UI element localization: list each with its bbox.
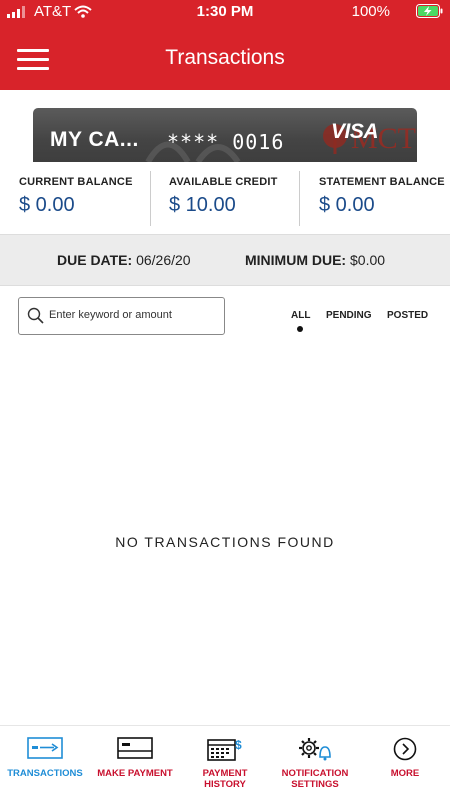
minimum-due: MINIMUM DUE: $0.00 — [245, 252, 385, 268]
due-date: DUE DATE: 06/26/20 — [57, 252, 191, 268]
available-credit-label: AVAILABLE CREDIT — [169, 176, 278, 188]
card-name: MY CA... — [50, 128, 139, 151]
due-info-bar: DUE DATE: 06/26/20 MINIMUM DUE: $0.00 — [0, 234, 450, 286]
battery-percentage: 100% — [351, 3, 390, 20]
nav-payment-history[interactable]: $ PAYMENT HISTORY — [180, 726, 270, 801]
svg-text:$: $ — [235, 738, 242, 752]
card-number: **** 0016 — [167, 130, 285, 154]
nav-transactions[interactable]: TRANSACTIONS — [0, 726, 90, 801]
due-date-value: 06/26/20 — [136, 252, 191, 268]
statement-balance-label: STATEMENT BALANCE — [319, 176, 445, 188]
visa-logo: VISA — [331, 120, 379, 143]
nav-payment-history-label: PAYMENT HISTORY — [202, 768, 248, 790]
available-credit-value: $ 10.00 — [169, 194, 236, 216]
bottom-navigation: TRANSACTIONS MAKE PAYMENT $ PAYMENT HIST… — [0, 725, 450, 801]
empty-state-message: NO TRANSACTIONS FOUND — [115, 534, 335, 550]
search-box[interactable] — [18, 297, 225, 335]
current-balance-label: CURRENT BALANCE — [19, 176, 133, 188]
calendar-dollar-icon: $ — [207, 738, 242, 761]
nav-notification-settings[interactable]: NOTIFICATION SETTINGS — [270, 726, 360, 801]
statement-balance: STATEMENT BALANCE $ 0.00 — [299, 163, 450, 234]
gear-bell-icon — [299, 738, 331, 761]
due-date-label: DUE DATE: — [57, 252, 133, 268]
nav-make-payment[interactable]: MAKE PAYMENT — [90, 726, 180, 801]
statement-balance-value: $ 0.00 — [319, 194, 375, 216]
chevron-right-circle-icon — [393, 737, 417, 761]
filter-pending[interactable]: PENDING — [326, 310, 372, 321]
page-title: Transactions — [165, 46, 285, 69]
minimum-due-value: $0.00 — [350, 252, 386, 268]
nav-transactions-label: TRANSACTIONS — [7, 768, 83, 779]
card-payment-icon — [117, 737, 153, 759]
nav-make-payment-label: MAKE PAYMENT — [97, 768, 173, 779]
search-input[interactable] — [49, 299, 219, 331]
current-balance-value: $ 0.00 — [19, 194, 75, 216]
filter-all[interactable]: ALL — [291, 310, 310, 321]
balance-summary: CURRENT BALANCE $ 0.00 AVAILABLE CREDIT … — [0, 163, 450, 235]
minimum-due-label: MINIMUM DUE: — [245, 252, 347, 268]
filter-posted[interactable]: POSTED — [387, 310, 428, 321]
transactions-icon — [27, 737, 63, 759]
search-icon — [27, 307, 44, 324]
nav-more-label: MORE — [390, 768, 420, 779]
battery-charging-icon — [416, 4, 443, 18]
selected-filter-indicator — [297, 326, 303, 332]
credit-card-image[interactable]: MY CA... **** 0016 MCT VISA — [33, 108, 417, 162]
available-credit: AVAILABLE CREDIT $ 10.00 — [150, 163, 300, 234]
nav-notification-settings-label: NOTIFICATION SETTINGS — [281, 768, 349, 790]
app-header: AT&T 1:30 PM 100% Transactions — [0, 0, 450, 90]
current-balance: CURRENT BALANCE $ 0.00 — [0, 163, 150, 234]
nav-more[interactable]: MORE — [360, 726, 450, 801]
